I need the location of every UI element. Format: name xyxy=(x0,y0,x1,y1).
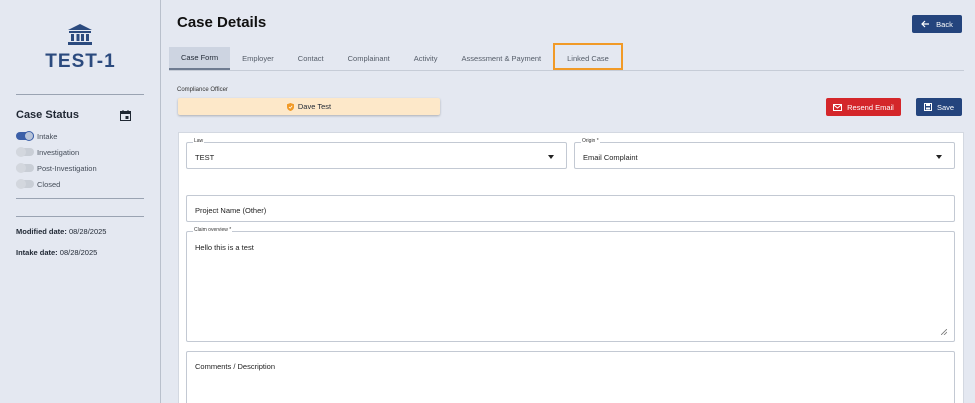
dropdown-caret-icon xyxy=(936,155,942,159)
law-value: TEST xyxy=(195,153,215,162)
intake-date: Intake date: 08/28/2025 xyxy=(16,248,97,257)
tab-employer[interactable]: Employer xyxy=(230,47,286,70)
save-icon xyxy=(923,103,932,111)
status-post-investigation[interactable]: Post-Investigation xyxy=(16,162,97,174)
resize-handle-icon[interactable] xyxy=(941,329,947,335)
resend-email-button[interactable]: Resend Email xyxy=(826,98,901,116)
compliance-officer-label: Compliance Officer xyxy=(177,87,228,93)
shield-icon xyxy=(286,102,294,111)
intake-date-value: 08/28/2025 xyxy=(59,248,98,257)
divider xyxy=(16,94,144,95)
claim-overview-value: Hello this is a test xyxy=(195,243,254,252)
intake-date-label: Intake date: xyxy=(16,248,58,257)
status-closed[interactable]: Closed xyxy=(16,178,60,190)
modified-date: Modified date: 08/28/2025 xyxy=(16,227,106,236)
arrow-left-icon xyxy=(921,20,930,28)
origin-value: Email Complaint xyxy=(583,153,638,162)
divider xyxy=(16,216,144,217)
toggle-switch[interactable] xyxy=(16,179,34,189)
origin-select[interactable]: Origin * Email Complaint xyxy=(574,138,955,169)
claim-overview-label: Claim overview * xyxy=(193,227,233,233)
comments-placeholder: Comments / Description xyxy=(195,362,276,371)
page-title: Case Details xyxy=(177,14,267,31)
dropdown-caret-icon xyxy=(548,155,554,159)
toggle-switch[interactable] xyxy=(16,163,34,173)
status-intake[interactable]: Intake xyxy=(16,130,57,142)
tab-case-form[interactable]: Case Form xyxy=(169,47,231,70)
back-label: Back xyxy=(936,19,953,29)
tabs-divider xyxy=(169,70,964,71)
origin-label: Origin * xyxy=(581,138,600,144)
tab-complainant[interactable]: Complainant xyxy=(336,47,402,70)
tab-assessment-payment[interactable]: Assessment & Payment xyxy=(450,47,554,70)
status-label: Closed xyxy=(37,179,61,189)
case-status-title: Case Status xyxy=(16,109,79,121)
tab-contact[interactable]: Contact xyxy=(286,47,336,70)
bank-icon xyxy=(68,24,92,45)
sidebar: TEST-1 Case Status Intake Investigation … xyxy=(0,0,161,403)
tab-activity[interactable]: Activity xyxy=(402,47,450,70)
comments-textarea[interactable]: Comments / Description xyxy=(186,351,955,403)
status-label: Investigation xyxy=(37,147,80,157)
case-form: Law TEST Origin * Email Complaint Projec… xyxy=(178,132,964,403)
law-select[interactable]: Law TEST xyxy=(186,138,567,169)
status-label: Post-Investigation xyxy=(37,163,97,173)
status-investigation[interactable]: Investigation xyxy=(16,146,79,158)
toggle-switch[interactable] xyxy=(16,131,34,141)
law-label: Law xyxy=(193,138,205,144)
status-label: Intake xyxy=(37,131,58,141)
save-button[interactable]: Save xyxy=(916,98,962,116)
compliance-officer-badge[interactable]: Dave Test xyxy=(178,98,440,115)
email-icon xyxy=(833,103,843,111)
save-label: Save xyxy=(936,102,955,112)
back-button[interactable]: Back xyxy=(912,15,962,33)
resend-email-label: Resend Email xyxy=(847,102,894,112)
project-name-placeholder: Project Name (Other) xyxy=(195,206,267,215)
compliance-officer-name: Dave Test xyxy=(297,102,332,111)
divider xyxy=(16,198,144,199)
calendar-icon[interactable] xyxy=(120,110,131,121)
toggle-switch[interactable] xyxy=(16,147,34,157)
modified-date-label: Modified date: xyxy=(16,227,67,236)
claim-overview-textarea[interactable]: Claim overview * Hello this is a test xyxy=(186,227,955,342)
case-id: TEST-1 xyxy=(45,51,116,72)
modified-date-value: 08/28/2025 xyxy=(68,227,107,236)
tab-linked-case[interactable]: Linked Case xyxy=(553,43,623,70)
project-name-input[interactable]: Project Name (Other) xyxy=(186,195,955,222)
tab-bar: Case Form Employer Contact Complainant A… xyxy=(169,43,623,70)
